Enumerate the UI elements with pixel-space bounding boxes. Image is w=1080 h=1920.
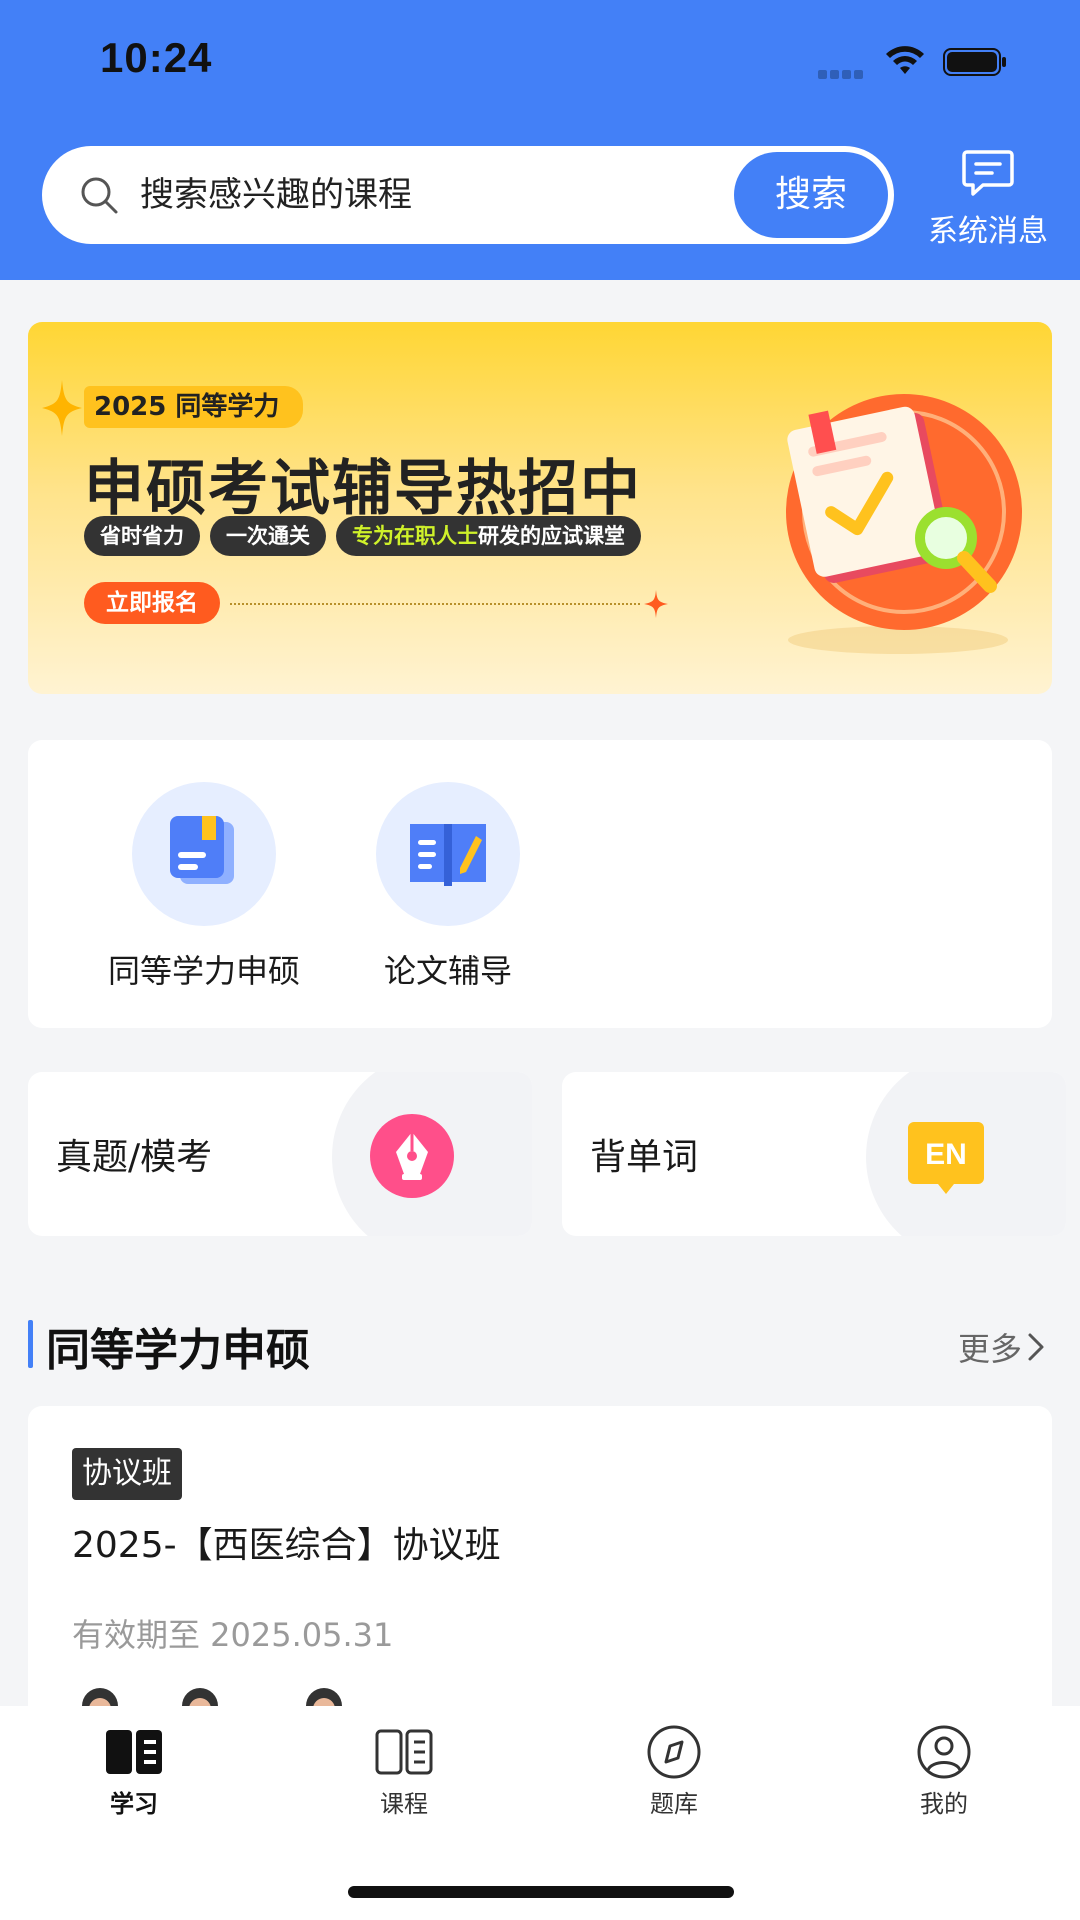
- tab-question-bank[interactable]: 题库: [604, 1724, 744, 1819]
- tab-profile[interactable]: 我的: [874, 1724, 1014, 1819]
- search-bar[interactable]: 搜索感兴趣的课程 搜索: [42, 146, 894, 244]
- banner-chip-highlight: 专为在职人士: [352, 524, 478, 548]
- category-card: 同等学力申硕 论文辅导: [28, 740, 1052, 1028]
- exam-practice-card[interactable]: 真题/模考: [28, 1072, 532, 1236]
- banner-tag: 2025 同等学力: [84, 386, 304, 428]
- home-indicator[interactable]: [348, 1886, 734, 1898]
- book-open-outline-icon: [375, 1729, 433, 1775]
- signal-icon: [818, 64, 868, 79]
- banner-chip-text: 研发的应试课堂: [478, 524, 625, 548]
- banner-title: 申硕考试辅导热招中: [84, 454, 642, 524]
- banner-chips: 省时省力 一次通关 专为在职人士研发的应试课堂: [84, 516, 641, 556]
- category-item-thesis[interactable]: 论文辅导: [348, 782, 548, 992]
- category-label: 同等学力申硕: [107, 952, 300, 990]
- tab-label: 学习: [110, 1790, 158, 1818]
- notebook-pen-icon: [376, 782, 520, 926]
- more-link[interactable]: 更多: [958, 1324, 1046, 1370]
- en-badge-icon: EN: [908, 1122, 984, 1194]
- category-item-equivalent-degree[interactable]: 同等学力申硕: [104, 782, 304, 992]
- banner-chip: 一次通关: [210, 516, 326, 556]
- tab-label: 题库: [650, 1790, 698, 1818]
- en-badge-text: EN: [925, 1138, 967, 1171]
- search-input[interactable]: 搜索感兴趣的课程: [140, 170, 412, 220]
- section-title: 同等学力申硕: [46, 1325, 310, 1376]
- wifi-icon: [886, 46, 924, 74]
- section-header: 同等学力申硕 更多: [28, 1314, 1052, 1376]
- header: 10:24 搜索感兴趣的课程 搜索 系统消息: [0, 0, 1080, 280]
- search-button[interactable]: 搜索: [734, 152, 888, 238]
- fountain-pen-icon: [370, 1114, 454, 1198]
- banner-chip: 省时省力: [84, 516, 200, 556]
- dotted-divider: [230, 603, 640, 605]
- tab-study[interactable]: 学习: [64, 1724, 204, 1819]
- sparkle-icon: [42, 380, 82, 436]
- promo-banner[interactable]: 2025 同等学力 申硕考试辅导热招中 省时省力 一次通关 专为在职人士研发的应…: [28, 322, 1052, 694]
- register-now-button[interactable]: 立即报名: [84, 582, 220, 624]
- more-label: 更多: [957, 1330, 1022, 1368]
- category-label: 论文辅导: [383, 952, 512, 990]
- book-open-filled-icon: [106, 1730, 162, 1774]
- system-messages-label: 系统消息: [928, 214, 1048, 249]
- banner-chip: 专为在职人士研发的应试课堂: [336, 516, 641, 556]
- user-profile-icon: [917, 1725, 971, 1779]
- section-accent-bar: [28, 1320, 33, 1368]
- message-icon: [962, 150, 1014, 196]
- app-screen: 10:24 搜索感兴趣的课程 搜索 系统消息 2025 同等学力 申硕考试辅导热…: [0, 0, 1080, 1920]
- search-icon: [81, 177, 118, 214]
- tool-label: 背单词: [590, 1137, 699, 1178]
- chevron-right-icon: [1028, 1333, 1044, 1361]
- status-time: 10:24: [100, 34, 213, 81]
- vocabulary-card[interactable]: 背单词 EN: [562, 1072, 1066, 1236]
- compass-icon: [647, 1725, 701, 1779]
- book-magnifier-illustration: [786, 394, 1022, 654]
- sparkle-small-icon: [644, 590, 668, 618]
- tab-label: 我的: [920, 1790, 968, 1818]
- tab-courses[interactable]: 课程: [334, 1724, 474, 1819]
- course-validity: 有效期至 2025.05.31: [72, 1616, 394, 1654]
- course-type-badge: 协议班: [72, 1448, 182, 1500]
- course-title: 2025-【西医综合】协议班: [72, 1525, 501, 1566]
- tab-label: 课程: [380, 1790, 428, 1818]
- course-card[interactable]: 协议班 2025-【西医综合】协议班 有效期至 2025.05.31: [28, 1406, 1052, 1746]
- battery-icon: [943, 48, 1006, 76]
- tool-label: 真题/模考: [56, 1137, 213, 1178]
- book-stack-icon: [132, 782, 276, 926]
- system-messages-button[interactable]: 系统消息: [918, 148, 1058, 249]
